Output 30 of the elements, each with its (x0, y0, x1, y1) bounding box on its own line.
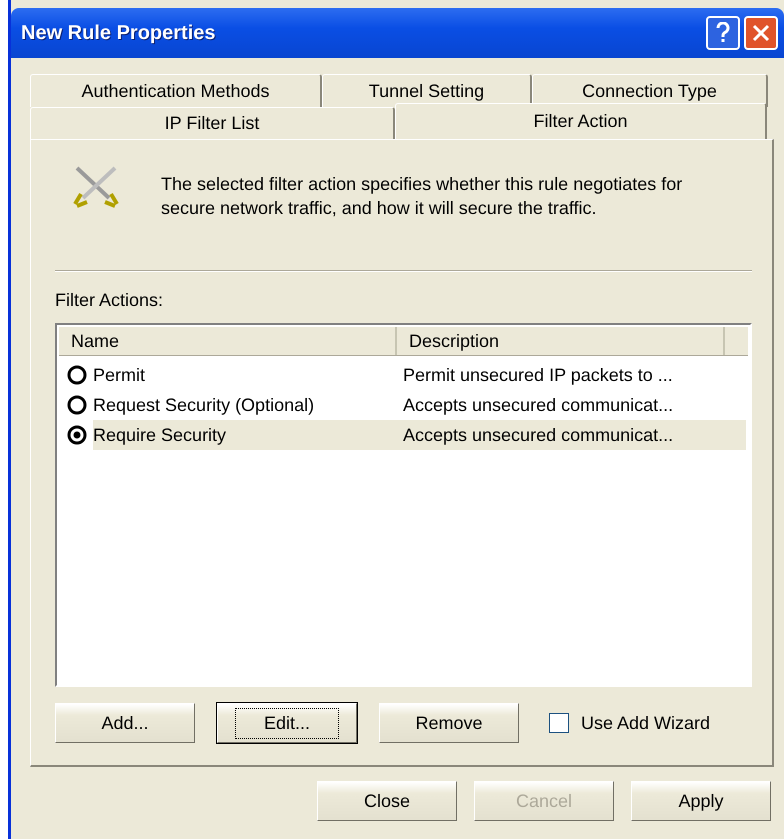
table-cell: Accepts unsecured communicat... (393, 420, 746, 450)
tab[interactable]: Authentication Methods (30, 74, 322, 107)
crossed-swords-icon (71, 164, 121, 208)
list-item[interactable]: Request Security (Optional) (93, 390, 393, 420)
checkbox[interactable] (549, 713, 569, 733)
dialog-button[interactable]: Close (317, 781, 457, 821)
dialog-button[interactable]: Apply (631, 781, 771, 821)
description-text: The selected filter action specifies whether this rule negotiates for secure network traffic, and how it will secure the traffic. (161, 173, 684, 220)
radio-icon[interactable] (67, 395, 87, 415)
radio-icon[interactable] (67, 425, 87, 445)
list-label: Filter Actions: (55, 290, 164, 311)
tab[interactable]: IP Filter List (30, 107, 395, 139)
tab[interactable]: Filter Action (395, 103, 767, 139)
column-header[interactable]: Name (59, 327, 397, 355)
radio-icon[interactable] (67, 365, 87, 385)
help-button[interactable] (706, 16, 740, 50)
close-icon (752, 24, 770, 42)
checkbox-label: Use Add Wizard (581, 712, 710, 734)
action-button[interactable]: Remove (379, 703, 519, 743)
close-button[interactable] (744, 16, 778, 50)
window-title: New Rule Properties (21, 22, 217, 44)
action-button[interactable]: Add... (55, 703, 195, 743)
action-button[interactable]: Edit... (217, 703, 357, 743)
help-icon (716, 22, 730, 44)
list-item[interactable]: Require Security (93, 420, 393, 450)
table-cell-text: Accepts unsecured communicat... (402, 394, 674, 417)
column-header[interactable]: Description (397, 327, 725, 355)
tab[interactable]: Tunnel Setting (322, 74, 532, 107)
list-item[interactable]: Permit (93, 360, 393, 390)
table-cell-text: Permit unsecured IP packets to ... (402, 364, 674, 387)
